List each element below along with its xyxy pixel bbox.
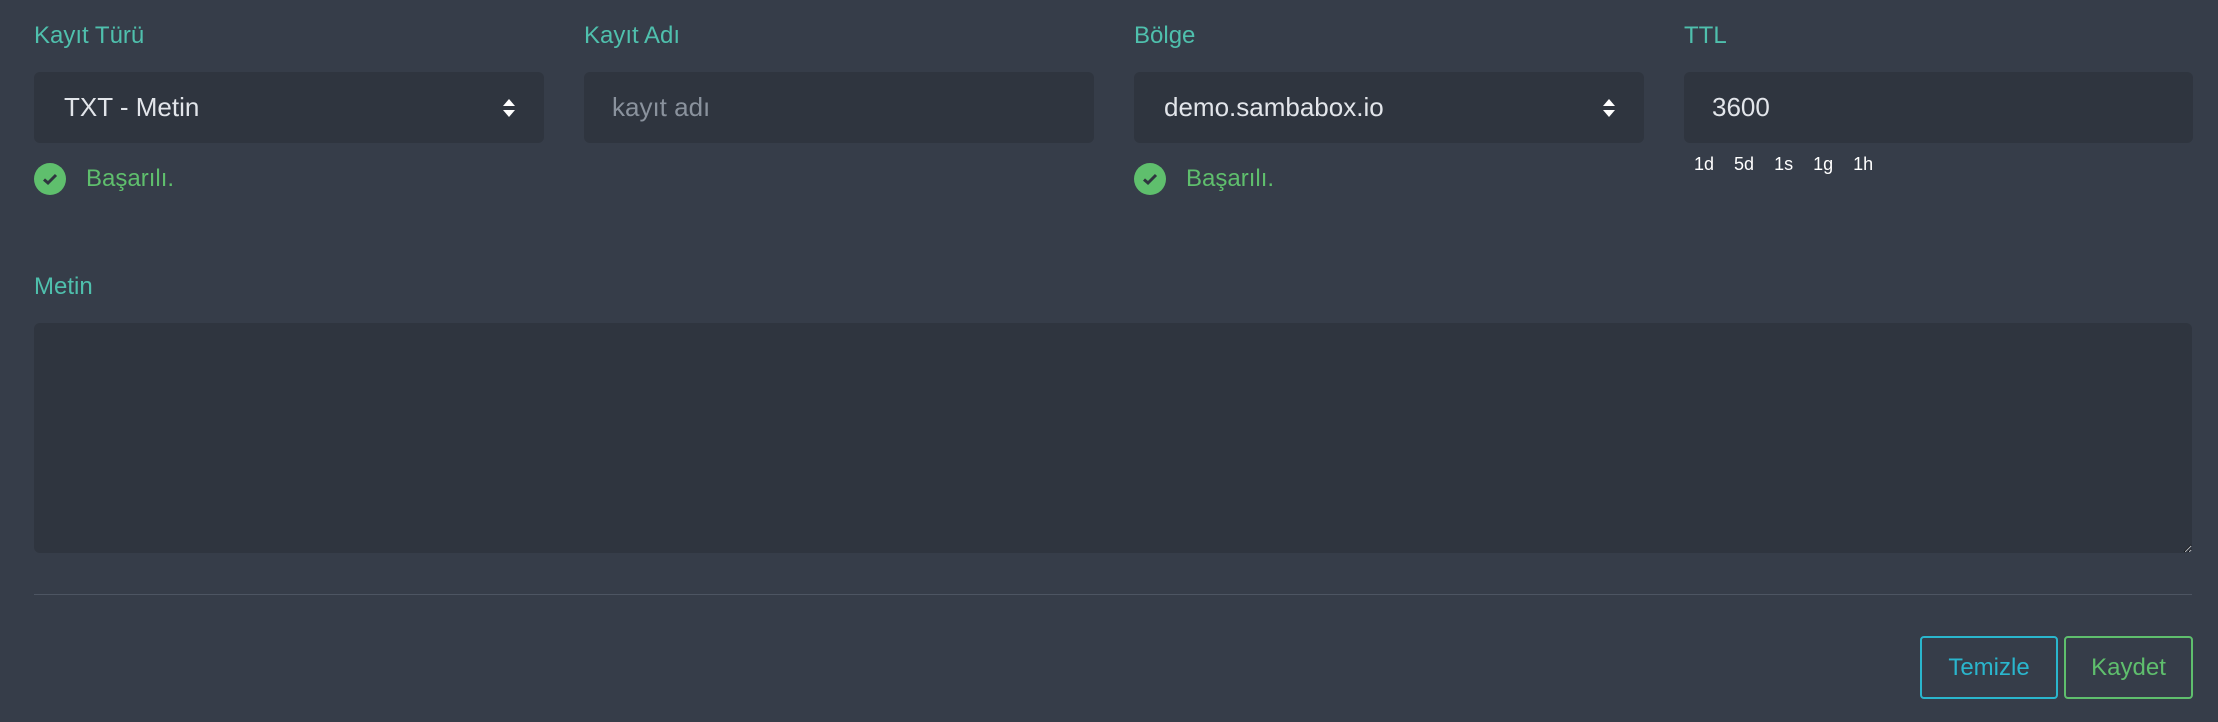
zone-select[interactable]: demo.sambabox.io	[1134, 72, 1644, 143]
ttl-preset-5d[interactable]: 5d	[1724, 152, 1764, 176]
ttl-preset-1d[interactable]: 1d	[1682, 152, 1724, 176]
ttl-preset-1h[interactable]: 1h	[1843, 152, 1883, 176]
clear-button[interactable]: Temizle	[1920, 636, 2058, 699]
text-label: Metin	[34, 273, 93, 300]
check-circle-icon	[34, 163, 66, 195]
zone-status-text: Başarılı.	[1186, 165, 1275, 192]
ttl-input[interactable]: 3600	[1684, 72, 2193, 143]
sort-icon	[1603, 99, 1615, 117]
ttl-preset-1g[interactable]: 1g	[1803, 152, 1843, 176]
record-type-label: Kayıt Türü	[34, 22, 145, 49]
ttl-value: 3600	[1712, 92, 1770, 122]
record-type-status-text: Başarılı.	[86, 165, 175, 192]
text-textarea[interactable]	[34, 323, 2192, 553]
zone-status: Başarılı.	[1134, 163, 1274, 195]
record-type-status: Başarılı.	[34, 163, 174, 195]
ttl-label: TTL	[1684, 22, 1727, 49]
zone-label: Bölge	[1134, 22, 1196, 49]
record-name-label: Kayıt Adı	[584, 22, 681, 49]
record-name-input[interactable]: kayıt adı	[584, 72, 1094, 143]
zone-value: demo.sambabox.io	[1164, 92, 1384, 122]
check-circle-icon	[1134, 163, 1166, 195]
sort-icon	[503, 99, 515, 117]
record-type-value: TXT - Metin	[64, 92, 200, 122]
ttl-presets: 1d 5d 1s 1g 1h	[1682, 152, 1883, 176]
save-button[interactable]: Kaydet	[2064, 636, 2193, 699]
record-name-placeholder: kayıt adı	[612, 92, 711, 122]
ttl-preset-1s[interactable]: 1s	[1764, 152, 1803, 176]
record-type-select[interactable]: TXT - Metin	[34, 72, 544, 143]
divider	[34, 594, 2192, 595]
